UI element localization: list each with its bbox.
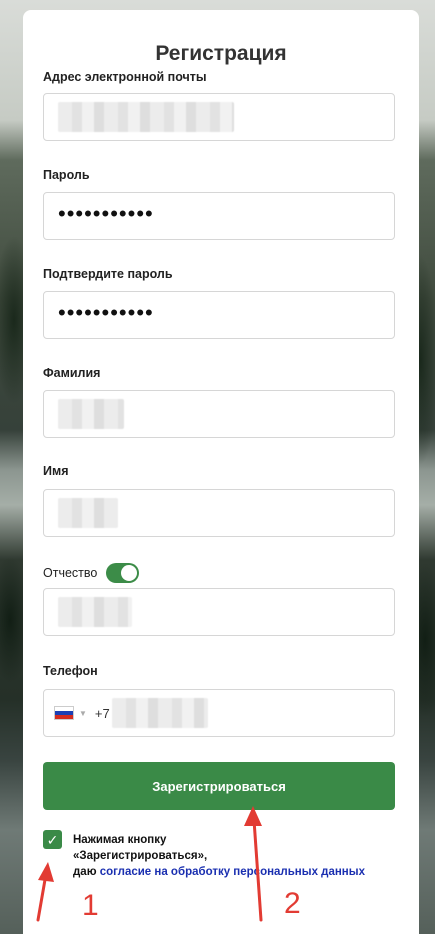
annotation-arrowhead-1 (38, 862, 54, 882)
annotation-marker-2: 2 (284, 887, 301, 920)
annotation-arrow-1 (36, 872, 48, 922)
annotation-arrows (36, 806, 263, 922)
annotation-marker-1: 1 (82, 889, 99, 922)
annotation-arrow-2 (252, 818, 263, 922)
annotation-arrowhead-2 (244, 806, 262, 826)
